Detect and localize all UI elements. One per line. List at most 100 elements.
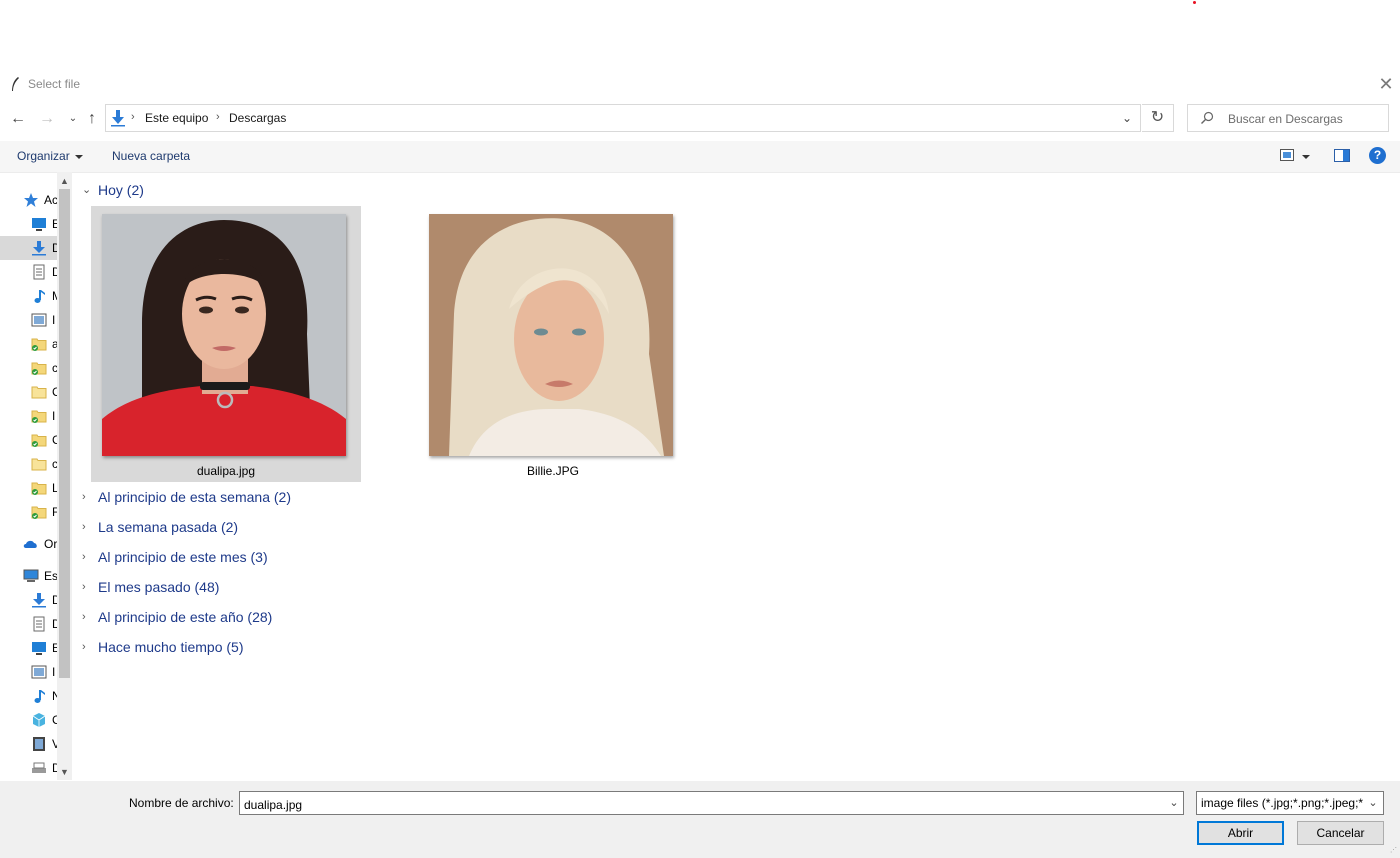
sidebar-item[interactable]: V [0, 732, 57, 756]
file-name: Billie.JPG [526, 464, 579, 478]
open-button[interactable]: Abrir [1197, 821, 1284, 845]
group-header[interactable]: › El mes pasado (48) [82, 578, 1394, 598]
sidebar-item[interactable]: I [0, 404, 57, 428]
sidebar-item[interactable]: Ac [0, 188, 57, 212]
video-icon [33, 737, 45, 751]
resize-grip-icon[interactable]: ⋰ [1390, 847, 1398, 855]
sidebar-item[interactable]: D [0, 756, 57, 780]
sidebar-item[interactable]: E [0, 212, 57, 236]
group-header[interactable]: › La semana pasada (2) [82, 518, 1394, 538]
sidebar-item[interactable]: D [0, 612, 57, 636]
3d-objects-icon [32, 713, 46, 727]
sidebar-item[interactable]: I [0, 308, 57, 332]
sidebar-item[interactable]: a [0, 332, 57, 356]
chevron-down-icon: ⌄ [1368, 797, 1378, 809]
navigation-pane: AcEDDMIacCICcLFOrEsDDEINCVD [0, 172, 57, 780]
sidebar-item[interactable]: D [0, 588, 57, 612]
sidebar-item[interactable]: Or [0, 532, 57, 556]
group-header[interactable]: › Al principio de este año (28) [82, 608, 1394, 628]
breadcrumb-descargas[interactable]: Descargas [229, 111, 286, 125]
group-label: Hace mucho tiempo (5) [98, 639, 244, 655]
chevron-right-icon: › [82, 551, 86, 563]
forward-button[interactable]: → [36, 108, 58, 130]
group-label: El mes pasado (48) [98, 579, 220, 595]
chevron-right-icon: › [82, 521, 86, 533]
sidebar-item[interactable]: E [0, 636, 57, 660]
up-button[interactable]: ↑ [81, 108, 103, 130]
organize-menu[interactable]: Organizar [17, 149, 83, 163]
file-tile-dualipa[interactable]: dualipa.jpg [91, 206, 361, 482]
sidebar-item[interactable]: M [0, 284, 57, 308]
cancel-button[interactable]: Cancelar [1297, 821, 1384, 845]
sidebar-item-label: I [52, 313, 56, 327]
computer-icon [23, 569, 39, 582]
chevron-right-icon: › [82, 581, 86, 593]
group-label: Al principio de este mes (3) [98, 549, 268, 565]
address-bar[interactable]: › Este equipo › Descargas ⌄ [105, 104, 1141, 132]
chevron-right-icon: › [82, 611, 86, 623]
address-dropdown-icon[interactable]: ⌄ [1118, 109, 1136, 127]
sidebar-item[interactable]: F [0, 500, 57, 524]
filename-input[interactable] [239, 791, 1184, 815]
filename-dropdown-icon[interactable]: ⌄ [1166, 794, 1182, 812]
breadcrumb-este-equipo[interactable]: Este equipo [145, 111, 208, 125]
sidebar-item[interactable]: I [0, 660, 57, 684]
sidebar-item[interactable]: C [0, 708, 57, 732]
caret-down-icon [74, 154, 83, 159]
group-header[interactable]: › Hace mucho tiempo (5) [82, 638, 1394, 658]
sidebar-item[interactable]: D [0, 236, 57, 260]
new-folder-button[interactable]: Nueva carpeta [112, 149, 190, 163]
command-bar: Organizar Nueva carpeta ? [0, 141, 1400, 173]
search-box[interactable]: Buscar en Descargas [1187, 104, 1389, 132]
group-label: Al principio de esta semana (2) [98, 489, 291, 505]
sidebar-item[interactable]: Es [0, 564, 57, 588]
folder-icon [31, 458, 47, 471]
synced-folder-icon [31, 410, 47, 423]
image-icon [31, 665, 47, 679]
music-icon [34, 290, 45, 303]
group-label: Al principio de este año (28) [98, 609, 273, 625]
close-icon[interactable]: ✕ [1376, 74, 1396, 94]
search-icon [1201, 111, 1214, 124]
sidebar-item[interactable]: N [0, 684, 57, 708]
synced-folder-icon [31, 362, 47, 375]
view-options-icon[interactable] [1280, 149, 1294, 161]
chevron-right-icon: › [82, 641, 86, 653]
sidebar-item[interactable]: c [0, 356, 57, 380]
onedrive-icon [23, 540, 37, 548]
sidebar-item[interactable]: C [0, 380, 57, 404]
search-placeholder: Buscar en Descargas [1228, 112, 1343, 126]
refresh-icon[interactable]: ↻ [1142, 104, 1174, 132]
desktop-icon [32, 642, 46, 655]
nav-scrollbar-thumb[interactable] [59, 189, 70, 678]
sidebar-item[interactable]: C [0, 428, 57, 452]
chevron-down-icon: ⌄ [82, 184, 92, 196]
sidebar-item-label: Or [44, 537, 57, 551]
group-label: Hoy (2) [98, 182, 144, 198]
sidebar-item[interactable]: L [0, 476, 57, 500]
group-header[interactable]: ⌄ Hoy (2) [82, 181, 1394, 201]
scroll-down-icon[interactable]: ▼ [57, 765, 72, 779]
group-header[interactable]: › Al principio de esta semana (2) [82, 488, 1394, 508]
window-title: Select file [28, 77, 81, 91]
desktop-icon [32, 218, 46, 231]
back-button[interactable]: ← [7, 108, 29, 130]
filetype-value: image files (*.jpg;*.png;*.jpeg;* [1201, 796, 1363, 810]
preview-pane-icon[interactable] [1334, 149, 1350, 162]
breadcrumb-separator: › [131, 111, 135, 123]
scroll-up-icon[interactable]: ▲ [57, 174, 72, 188]
filetype-select[interactable]: image files (*.jpg;*.png;*.jpeg;* ⌄ [1196, 791, 1384, 815]
sidebar-item[interactable]: D [0, 260, 57, 284]
view-dropdown-caret-icon[interactable] [1302, 155, 1310, 159]
photo-thumbnail [102, 214, 346, 456]
star-icon [24, 193, 38, 207]
synced-folder-icon [31, 434, 47, 447]
document-icon [33, 616, 45, 632]
image-icon [31, 313, 47, 327]
sidebar-item[interactable]: c [0, 452, 57, 476]
sidebar-item-label: Ac [44, 193, 57, 207]
group-label: La semana pasada (2) [98, 519, 239, 535]
help-icon[interactable]: ? [1369, 147, 1386, 164]
group-header[interactable]: › Al principio de este mes (3) [82, 548, 1394, 568]
file-tile-billie[interactable]: Billie.JPG [418, 206, 688, 482]
